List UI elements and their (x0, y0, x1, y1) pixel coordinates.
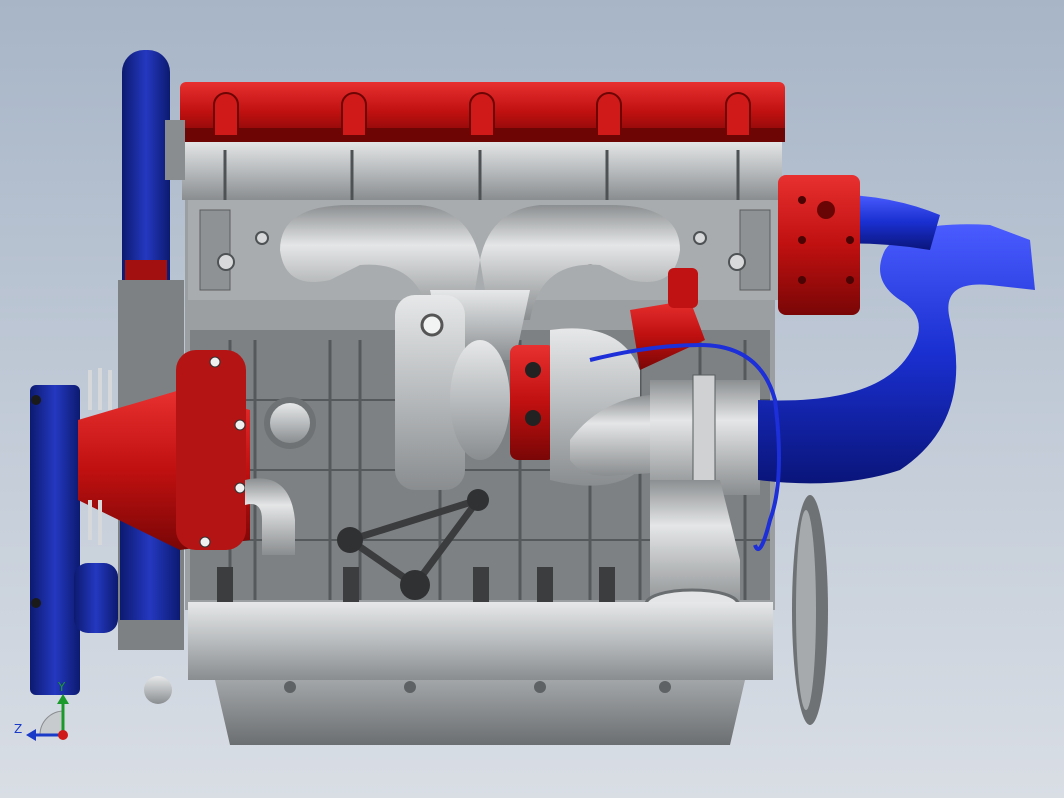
y-axis-arrowhead (57, 694, 69, 704)
z-axis-arrowhead (26, 729, 36, 741)
y-axis-label: Y (57, 680, 66, 694)
flywheel[interactable] (792, 495, 828, 725)
thermostat-housing[interactable] (778, 175, 860, 315)
valve-cover[interactable] (180, 82, 785, 142)
oil-pan[interactable] (144, 602, 773, 745)
x-axis-dot (58, 730, 68, 740)
cad-viewport[interactable]: Y Z (0, 0, 1064, 798)
z-axis-label: Z (14, 722, 22, 736)
engine-model-view[interactable]: Y Z (0, 0, 1064, 798)
